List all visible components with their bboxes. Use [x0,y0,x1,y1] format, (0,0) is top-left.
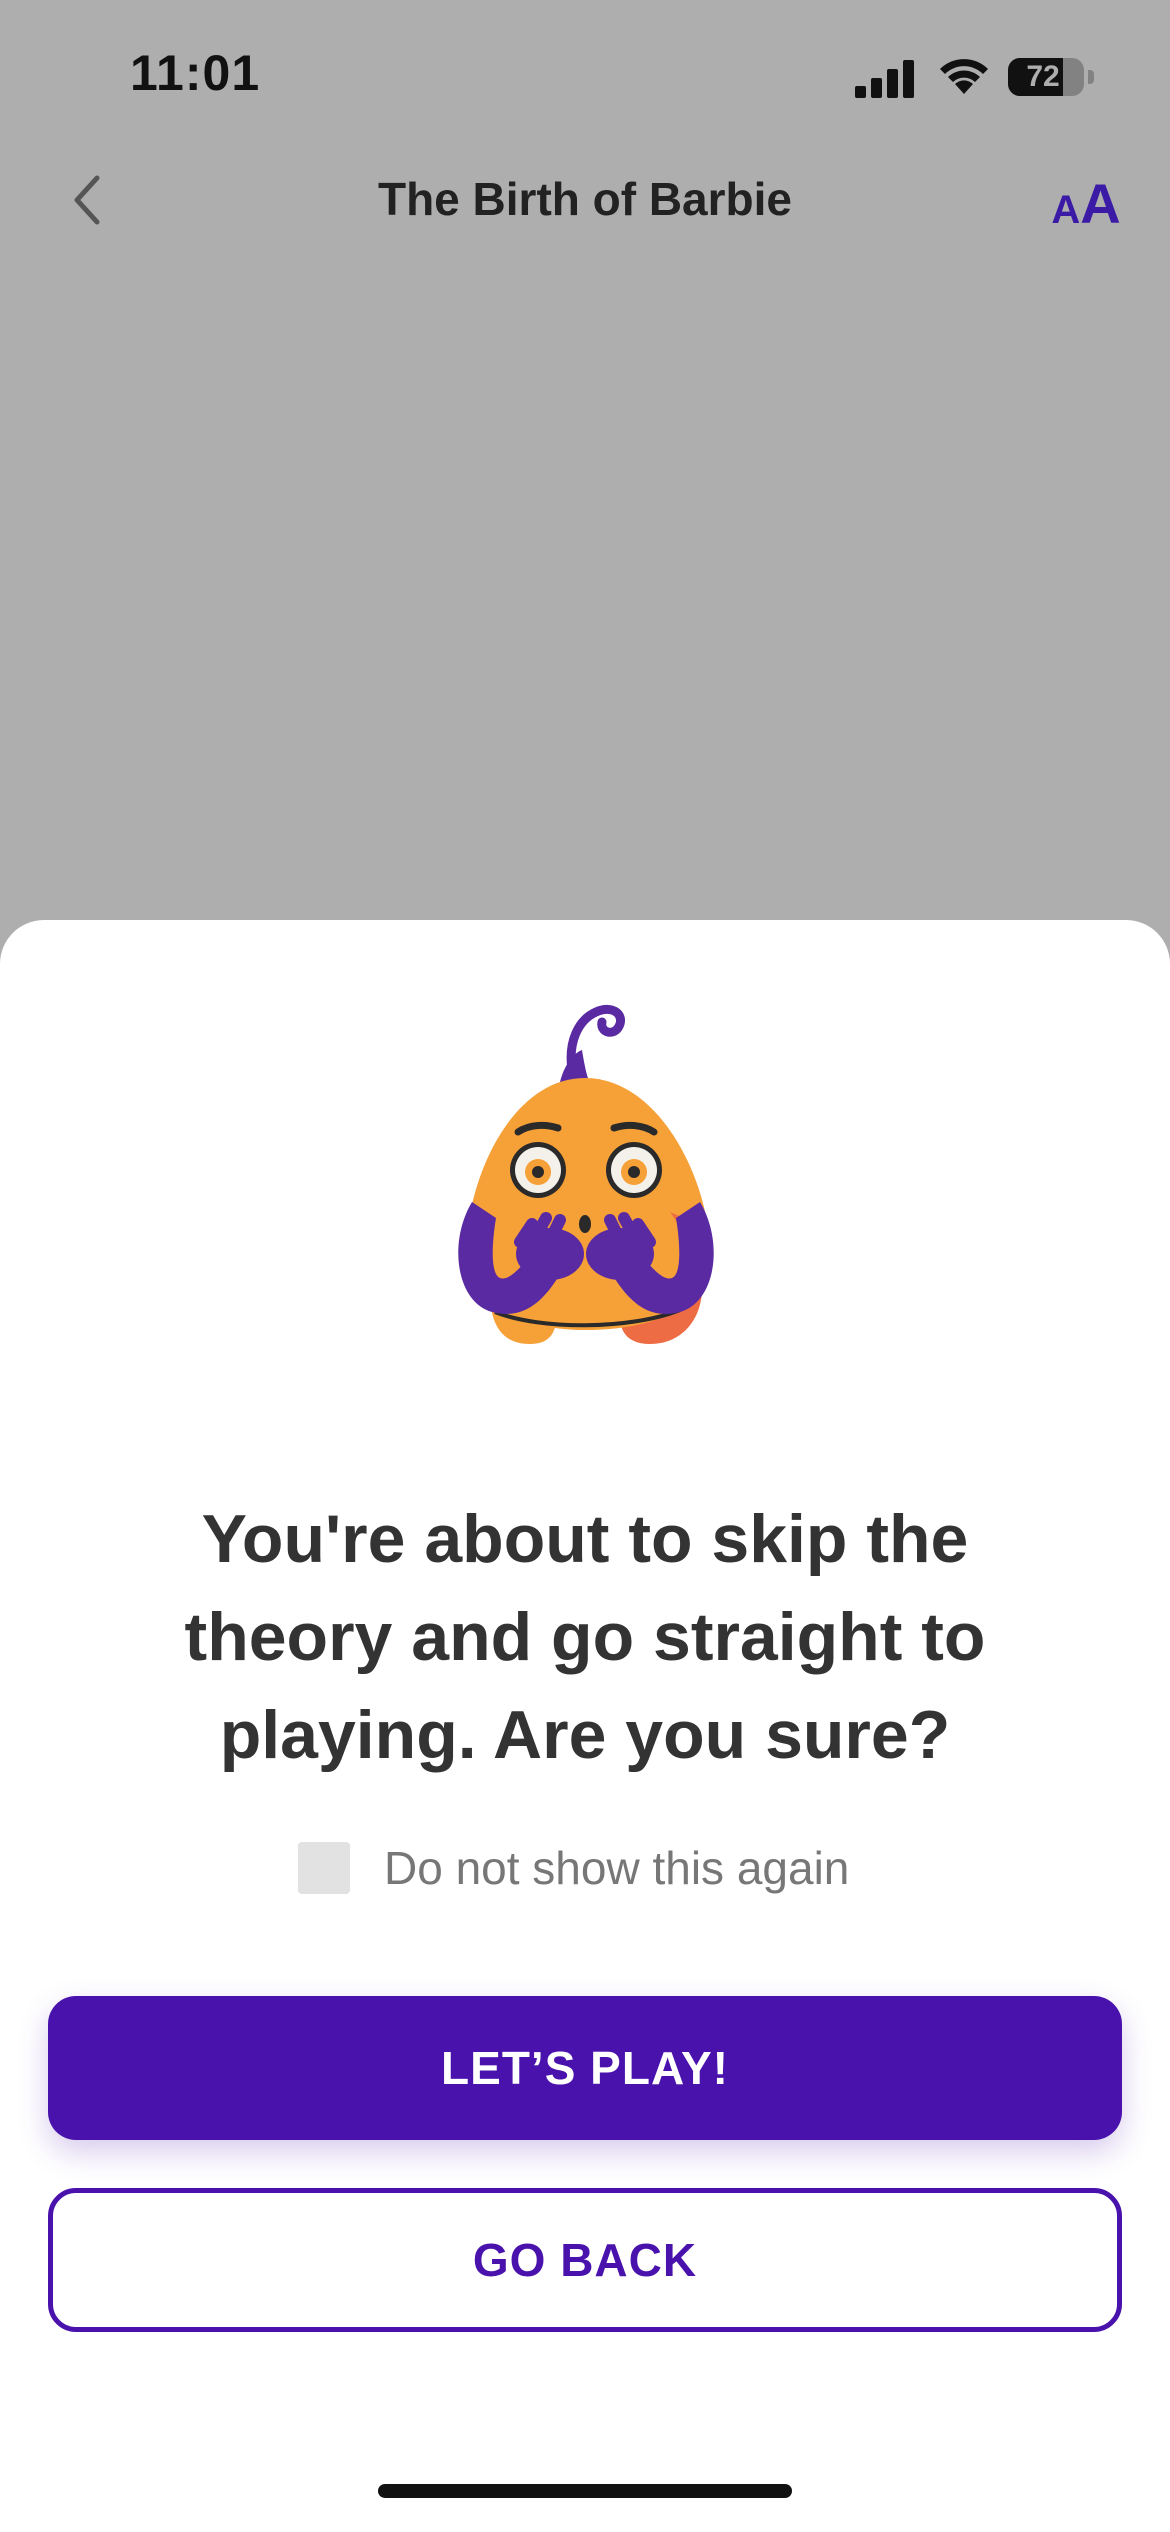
status-bar: 11:01 72 [0,0,1170,160]
shocked-mascot-illustration [458,1004,714,1344]
home-indicator[interactable] [378,2484,792,2498]
dialog-message: You're about to skip the theory and go s… [184,1501,986,1773]
lets-play-button[interactable]: LET’S PLAY! [48,1996,1122,2140]
chevron-left-icon [74,175,100,225]
battery-percent: 72 [1026,60,1060,93]
cellular-signal-icon [855,60,914,98]
font-size-icon-big: A [1080,172,1121,235]
confirm-skip-sheet: You're about to skip the theory and go s… [0,920,1170,2532]
go-back-button[interactable]: GO BACK [48,2188,1122,2332]
font-size-button[interactable]: AA [1050,166,1122,235]
do-not-show-again-label[interactable]: Do not show this again [384,1841,849,1895]
do-not-show-again-option[interactable]: Do not show this again [298,1840,849,1896]
back-button[interactable] [56,170,116,230]
status-time: 11:01 [130,45,261,101]
battery-icon: 72 [1008,58,1094,98]
do-not-show-again-checkbox[interactable] [298,1842,350,1894]
wifi-icon [940,59,988,94]
nav-bar: The Birth of Barbie AA [0,160,1170,240]
page-title: The Birth of Barbie [377,173,793,225]
font-size-icon-small: A [1051,188,1081,232]
